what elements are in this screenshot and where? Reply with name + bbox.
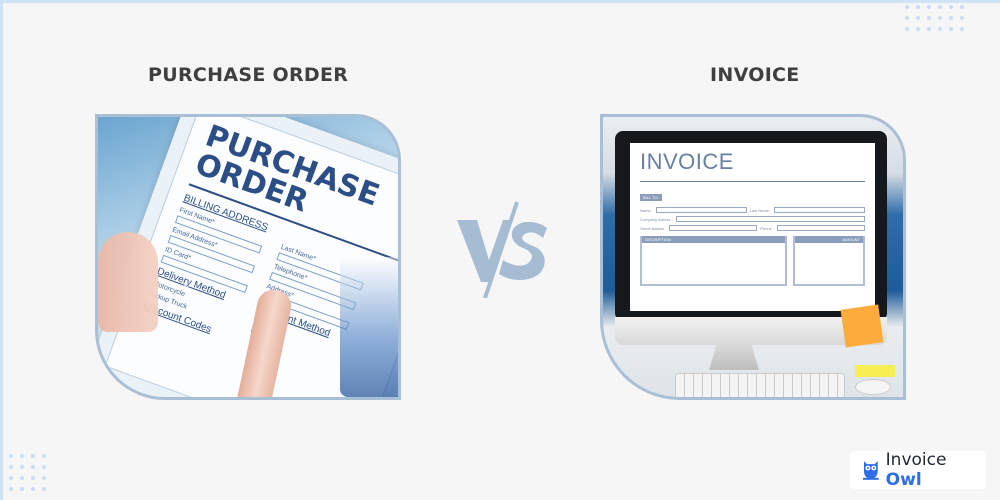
phone-label: Phone : (760, 225, 775, 231)
invoice-table: DISCRIPTION AMOUNT (640, 236, 865, 286)
amount-header: AMOUNT (794, 236, 863, 243)
street-field (669, 225, 758, 231)
invoice-divider (640, 181, 865, 182)
street-label: Street Adress : (640, 225, 667, 231)
glass-illustration (340, 257, 398, 397)
name-field (655, 207, 747, 213)
brand-name: Invoice Owl (886, 450, 986, 490)
description-header: DISCRIPTION (642, 236, 785, 243)
sticky-note-orange (840, 304, 884, 348)
company-label: Company Adress : (640, 216, 673, 222)
decorative-dots-top-right (905, 5, 964, 31)
description-column: DISCRIPTION (640, 236, 787, 286)
amount-column: AMOUNT (792, 236, 865, 286)
brand-name-part2: Owl (885, 470, 922, 490)
last-name-label: Last Name : (749, 207, 772, 213)
brand-name-part1: Invoice (885, 450, 947, 470)
bill-to-tag: BILL TO: (640, 194, 662, 201)
last-name-field (774, 207, 866, 213)
monitor-illustration: INVOICE BILL TO: Name : Last Name : Comp… (615, 131, 887, 321)
company-field (675, 216, 865, 222)
purchase-order-image: PURCHASE ORDER BILLING ADDRESS First Nam… (95, 114, 401, 400)
hand-illustration (98, 232, 158, 332)
invoice-form: INVOICE BILL TO: Name : Last Name : Comp… (630, 143, 875, 311)
sticky-note-yellow (855, 365, 895, 377)
purchase-order-heading: PURCHASE ORDER (148, 64, 349, 86)
name-label: Name : (640, 207, 653, 213)
vs-icon (457, 201, 547, 298)
decorative-dots-bottom-left (9, 454, 46, 491)
invoice-form-title: INVOICE (640, 149, 734, 174)
invoice-heading: INVOICE (710, 64, 800, 86)
phone-field (777, 225, 865, 231)
owl-icon (862, 461, 879, 480)
keyboard-illustration (675, 373, 845, 397)
mouse-illustration (855, 379, 891, 395)
monitor-stand (709, 345, 759, 370)
invoice-image: INVOICE BILL TO: Name : Last Name : Comp… (600, 114, 906, 400)
invoice-owl-logo[interactable]: Invoice Owl (850, 450, 986, 490)
